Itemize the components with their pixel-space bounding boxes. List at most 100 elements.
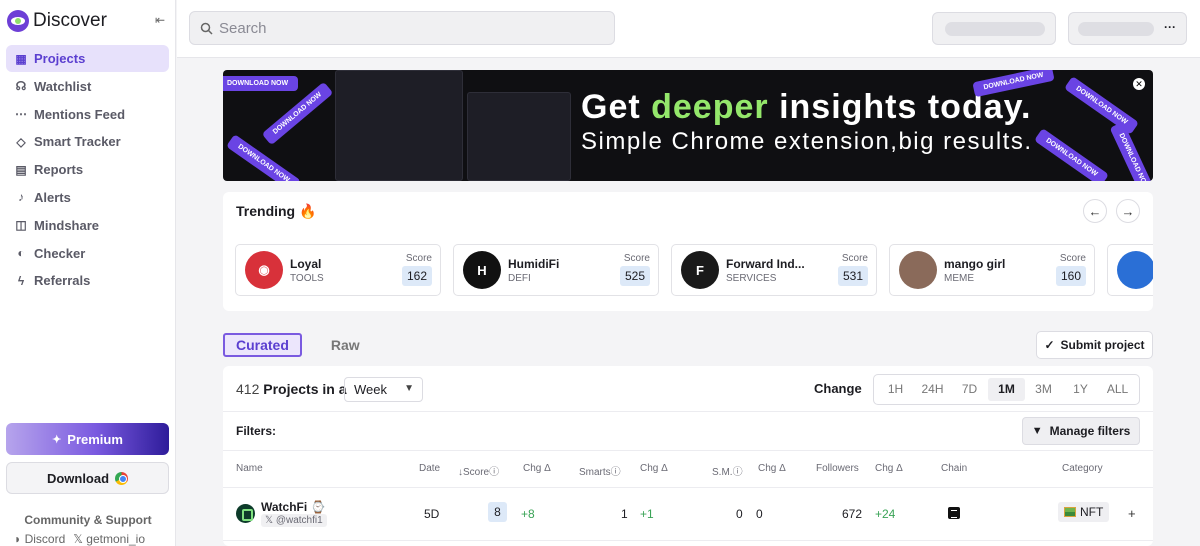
card-score: 162 (401, 266, 432, 286)
x-label: getmoni_io (86, 532, 146, 546)
collapse-sidebar-icon[interactable]: ⇤ (155, 14, 167, 26)
sidebar-item-smart-tracker[interactable]: ◇ Smart Tracker (6, 128, 169, 155)
range-7d[interactable]: 7D (951, 378, 988, 401)
projects-table: 412 Projects in a Week ▼ Change 1H 24H 7D 1… (223, 366, 1153, 546)
divider (223, 450, 1153, 451)
cell-date: 5D (424, 507, 440, 521)
header-score-chg[interactable]: Chg Δ (523, 463, 551, 474)
search-box[interactable] (189, 11, 615, 45)
header-category[interactable]: Category (1062, 463, 1103, 474)
chevron-down-icon: ▼ (404, 383, 414, 394)
preview-panel (467, 92, 571, 181)
checker-icon: ◐ (17, 246, 25, 261)
card-name: mango girl (944, 257, 1006, 271)
project-name[interactable]: WatchFi ⌚ (261, 500, 326, 514)
header-smarts-chg[interactable]: Chg Δ (640, 463, 668, 474)
project-handle[interactable]: 𝕏 @watchfi1 (261, 514, 327, 527)
add-to-watchlist-button[interactable]: + (1128, 506, 1136, 521)
sidebar-item-mindshare[interactable]: ◫ Mindshare (6, 212, 169, 239)
header-name[interactable]: Name (236, 463, 263, 474)
fire-icon: 🔥 (299, 203, 317, 219)
tab-curated[interactable]: Curated (223, 333, 302, 357)
divider (223, 487, 1153, 488)
download-label: Download (46, 470, 110, 486)
trending-card[interactable]: H HumidiFi DEFI Score 525 (453, 244, 659, 296)
banner-tag: DOWNLOAD NOW (1034, 128, 1110, 181)
range-1m[interactable]: 1M (988, 378, 1025, 401)
sidebar-item-watchlist[interactable]: ☊ Watchlist (6, 73, 169, 100)
sidebar-item-alerts[interactable]: ♪ Alerts (6, 184, 169, 211)
logo[interactable]: Discover ⇤ (7, 9, 172, 33)
prev-arrow-button[interactable]: ← (1083, 199, 1107, 223)
header-followers[interactable]: Followers (816, 463, 859, 474)
trending-card[interactable] (1107, 244, 1153, 296)
range-all[interactable]: ALL (1099, 378, 1136, 401)
header-chg-label: Chg (523, 463, 542, 474)
info-icon: ⓘ (732, 467, 743, 478)
manage-filters-button[interactable]: ▼ Manage filters (1022, 417, 1140, 445)
discord-link[interactable]: ◗ Discord (14, 532, 65, 546)
close-icon[interactable]: ✕ (1133, 78, 1145, 90)
x-link[interactable]: 𝕏 getmoni_io (73, 532, 145, 546)
header-sm-chg[interactable]: Chg Δ (758, 463, 786, 474)
range-1y[interactable]: 1Y (1062, 378, 1099, 401)
card-category: TOOLS (290, 273, 324, 284)
download-button[interactable]: Download (6, 462, 169, 494)
manage-filters-label: Manage filters (1049, 424, 1131, 438)
topbar: ··· (177, 0, 1200, 58)
category-label: NFT (1080, 505, 1104, 519)
header-score[interactable]: ↓Scoreⓘ (458, 463, 499, 478)
filter-icon: ▼ (1031, 425, 1043, 437)
sidebar-item-projects[interactable]: ▦ Projects (6, 45, 169, 72)
tab-raw[interactable]: Raw (320, 333, 371, 357)
trending-card[interactable]: F Forward Ind... SERVICES Score 531 (671, 244, 877, 296)
header-chain[interactable]: Chain (941, 463, 967, 474)
search-input[interactable] (219, 19, 599, 37)
next-arrow-button[interactable]: → (1116, 199, 1140, 223)
range-24h[interactable]: 24H (914, 378, 951, 401)
header-sm[interactable]: S.M.ⓘ (712, 463, 743, 478)
bell-icon: ♪ (18, 190, 24, 205)
plus-icon: + (1128, 506, 1136, 521)
sidebar-item-checker[interactable]: ◐ Checker (6, 240, 169, 267)
trending-card[interactable]: ◉ Loyal TOOLS Score 162 (235, 244, 441, 296)
watch-icon: ⌚ (310, 500, 326, 514)
more-icon[interactable]: ··· (1164, 20, 1176, 34)
cell-followers: 672 (842, 507, 863, 521)
range-1h[interactable]: 1H (877, 378, 914, 401)
projects-icon: ▦ (15, 51, 27, 66)
sidebar: Discover ⇤ ▦ Projects ☊ Watchlist ⋯ Mentions … (0, 0, 176, 546)
top-action-button[interactable] (932, 12, 1056, 45)
project-avatar (236, 504, 255, 523)
premium-button[interactable]: ✦ Premium (6, 423, 169, 455)
x-icon: 𝕏 (265, 515, 274, 526)
sidebar-item-label: Alerts (34, 189, 71, 205)
cell-score-chg: +8 (521, 507, 535, 521)
lightning-icon: ϟ (17, 273, 25, 288)
search-icon (200, 22, 213, 35)
app-name: Discover (33, 10, 107, 31)
sidebar-item-referrals[interactable]: ϟ Referrals (6, 267, 169, 294)
banner-tag: DOWNLOAD NOW (1064, 76, 1140, 135)
tracker-icon: ◇ (16, 134, 26, 149)
sidebar-item-mentions-feed[interactable]: ⋯ Mentions Feed (6, 101, 169, 128)
header-date[interactable]: Date (419, 463, 440, 474)
arrow-right-icon: → (1121, 203, 1135, 219)
submit-project-button[interactable]: ✓ Submit project (1036, 331, 1153, 359)
promo-banner[interactable]: DOWNLOAD NOW DOWNLOAD NOW DOWNLOAD NOW G… (223, 70, 1153, 181)
projects-count: 412 Projects in a (236, 381, 347, 397)
category-badge[interactable]: NFT (1058, 502, 1110, 522)
header-smarts[interactable]: Smartsⓘ (579, 463, 621, 478)
header-score-label: Score (463, 467, 490, 478)
header-followers-chg[interactable]: Chg Δ (875, 463, 903, 474)
account-button[interactable]: ··· (1068, 12, 1187, 45)
trending-card[interactable]: mango girl MEME Score 160 (889, 244, 1095, 296)
card-score: 160 (1055, 266, 1086, 286)
range-3m[interactable]: 3M (1025, 378, 1062, 401)
delta-icon: Δ (661, 463, 668, 474)
social-links: ◗ Discord 𝕏 getmoni_io (14, 532, 174, 546)
reports-icon: ▤ (15, 162, 27, 177)
sidebar-item-reports[interactable]: ▤ Reports (6, 156, 169, 183)
period-select[interactable]: Week ▼ (344, 377, 423, 402)
premium-label: Premium (67, 431, 123, 447)
